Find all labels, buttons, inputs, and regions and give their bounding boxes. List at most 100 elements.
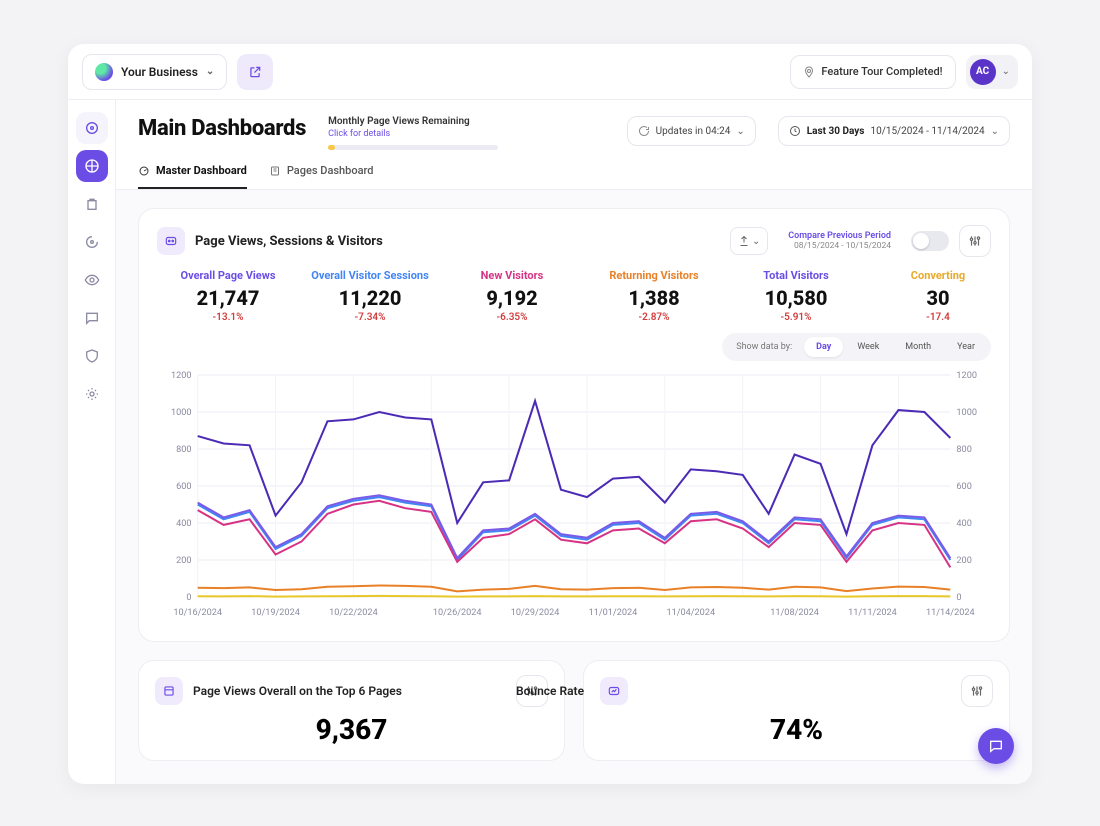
bounce-settings-button[interactable] — [961, 675, 993, 707]
metric-label: Overall Page Views — [181, 269, 276, 282]
page-title: Main Dashboards — [138, 116, 306, 141]
svg-text:1000: 1000 — [956, 408, 977, 418]
sidebar-item-chat[interactable] — [76, 302, 108, 334]
metric-label: Total Visitors — [763, 269, 828, 282]
svg-text:10/16/2024: 10/16/2024 — [173, 608, 222, 618]
metric-5[interactable]: Converting 30 -17.4 — [867, 269, 991, 323]
metric-value: 30 — [926, 286, 949, 310]
compare-toggle[interactable] — [911, 231, 949, 251]
feature-tour-pill[interactable]: Feature Tour Completed! — [790, 55, 955, 89]
svg-text:600: 600 — [176, 482, 191, 492]
svg-text:11/01/2024: 11/01/2024 — [589, 608, 638, 618]
sessions-icon — [157, 227, 185, 255]
topbar: Your Business ⌄ Feature Tour Completed! … — [68, 44, 1032, 100]
metric-4[interactable]: Total Visitors10,580-5.91% — [725, 269, 867, 323]
seg-month[interactable]: Month — [893, 337, 943, 357]
svg-text:10/19/2024: 10/19/2024 — [251, 608, 300, 618]
bounce-value: 74% — [600, 713, 993, 746]
metric-2[interactable]: New Visitors 9,192 -6.35% — [441, 269, 583, 323]
svg-text:600: 600 — [956, 482, 971, 492]
svg-text:800: 800 — [176, 445, 191, 455]
sidebar — [68, 100, 116, 784]
tab-pages-dashboard[interactable]: Pages Dashboard — [269, 164, 374, 189]
metric-delta: -7.34% — [354, 312, 385, 323]
svg-text:10/29/2024: 10/29/2024 — [511, 608, 560, 618]
app-window: Your Business ⌄ Feature Tour Completed! … — [68, 44, 1032, 784]
seg-week[interactable]: Week — [845, 337, 891, 357]
svg-text:11/04/2024: 11/04/2024 — [666, 608, 715, 618]
metric-label: Overall Visitor Sessions — [311, 269, 428, 282]
chevron-down-icon: ⌄ — [991, 126, 999, 137]
chat-fab[interactable] — [978, 728, 1014, 764]
quota-widget[interactable]: Monthly Page Views Remaining Click for d… — [328, 116, 498, 150]
open-external-button[interactable] — [237, 54, 273, 90]
tour-text: Feature Tour Completed! — [821, 65, 942, 78]
sidebar-item-home[interactable] — [76, 112, 108, 144]
svg-text:1200: 1200 — [956, 371, 977, 381]
content-area: Page Views, Sessions & Visitors ⌄ Compar… — [116, 190, 1032, 779]
svg-text:200: 200 — [176, 556, 191, 566]
chevron-down-icon: ⌄ — [206, 66, 214, 77]
svg-text:800: 800 — [956, 445, 971, 455]
metric-label: New Visitors — [481, 269, 544, 282]
period-label: Last 30 Days — [807, 126, 865, 137]
seg-year[interactable]: Year — [945, 337, 987, 357]
metric-label: Converting — [911, 269, 965, 282]
page-header: Main Dashboards Monthly Page Views Remai… — [116, 100, 1032, 190]
svg-text:200: 200 — [956, 556, 971, 566]
chevron-down-icon: ⌄ — [736, 126, 744, 137]
tab-master-dashboard[interactable]: Master Dashboard — [138, 164, 247, 189]
chevron-down-icon: ⌄ — [1002, 66, 1010, 77]
svg-text:0: 0 — [956, 593, 961, 603]
metric-3[interactable]: Returning Visitors1,388-2.87% — [583, 269, 725, 323]
business-name: Your Business — [121, 65, 198, 79]
user-menu[interactable]: AC ⌄ — [966, 55, 1018, 89]
svg-text:400: 400 — [176, 519, 191, 529]
user-avatar: AC — [970, 59, 996, 85]
sidebar-item-analytics[interactable] — [76, 226, 108, 258]
metric-delta: -13.1% — [212, 312, 243, 323]
metric-value: 21,747 — [197, 286, 260, 310]
metric-value: 9,192 — [486, 286, 537, 310]
chevron-down-icon: ⌄ — [752, 236, 760, 247]
metrics-row: Overall Page Views 21,747 -13.1% Overall Vi… — [157, 269, 991, 323]
metric-0[interactable]: Overall Page Views 21,747 -13.1% — [157, 269, 299, 323]
svg-text:11/14/2024: 11/14/2024 — [926, 608, 975, 618]
business-avatar-icon — [95, 63, 113, 81]
metric-label: Returning Visitors — [609, 269, 698, 282]
updates-dropdown[interactable]: Updates in 04:24 ⌄ — [627, 116, 756, 146]
quota-link[interactable]: Click for details — [328, 129, 498, 139]
stats-card: Page Views, Sessions & Visitors ⌄ Compar… — [138, 208, 1010, 642]
bounce-icon — [600, 677, 628, 705]
metric-value: 11,220 — [339, 286, 402, 310]
sidebar-item-security[interactable] — [76, 340, 108, 372]
main: Main Dashboards Monthly Page Views Remai… — [116, 100, 1032, 784]
metric-1[interactable]: Overall Visitor Sessions 11,220 -7.34% — [299, 269, 441, 323]
export-button[interactable]: ⌄ — [730, 227, 768, 255]
date-range-selector[interactable]: Last 30 Days 10/15/2024 - 11/14/2024 ⌄ — [778, 116, 1010, 146]
sidebar-item-settings[interactable] — [76, 378, 108, 410]
seg-day[interactable]: Day — [804, 337, 843, 357]
card-settings-button[interactable] — [959, 225, 991, 257]
seg-label: Show data by: — [726, 342, 802, 352]
updates-text: Updates in 04:24 — [656, 126, 731, 137]
svg-text:400: 400 — [956, 519, 971, 529]
compare-info: Compare Previous Period 08/15/2024 - 10/… — [778, 231, 901, 251]
metric-delta: -2.87% — [638, 312, 669, 323]
top-pages-title: Page Views Overall on the Top 6 Pages — [193, 684, 402, 698]
svg-text:10/22/2024: 10/22/2024 — [329, 608, 378, 618]
metric-delta: -5.91% — [780, 312, 811, 323]
sidebar-item-visitors[interactable] — [76, 264, 108, 296]
svg-text:1200: 1200 — [171, 371, 192, 381]
sidebar-item-orders[interactable] — [76, 188, 108, 220]
bounce-title: Bounce Rate — [583, 684, 584, 698]
business-selector[interactable]: Your Business ⌄ — [82, 54, 227, 90]
compare-title: Compare Previous Period — [788, 231, 891, 241]
metric-delta: -6.35% — [496, 312, 527, 323]
metric-delta: -17.4 — [926, 312, 950, 323]
quota-progress-bar — [328, 145, 498, 150]
period-range: 10/15/2024 - 11/14/2024 — [870, 126, 984, 137]
traffic-chart: 0020020040040060060080080010001000120012… — [157, 365, 991, 625]
sidebar-item-dashboard[interactable] — [76, 150, 108, 182]
dashboard-tabs: Master Dashboard Pages Dashboard — [138, 164, 1010, 189]
